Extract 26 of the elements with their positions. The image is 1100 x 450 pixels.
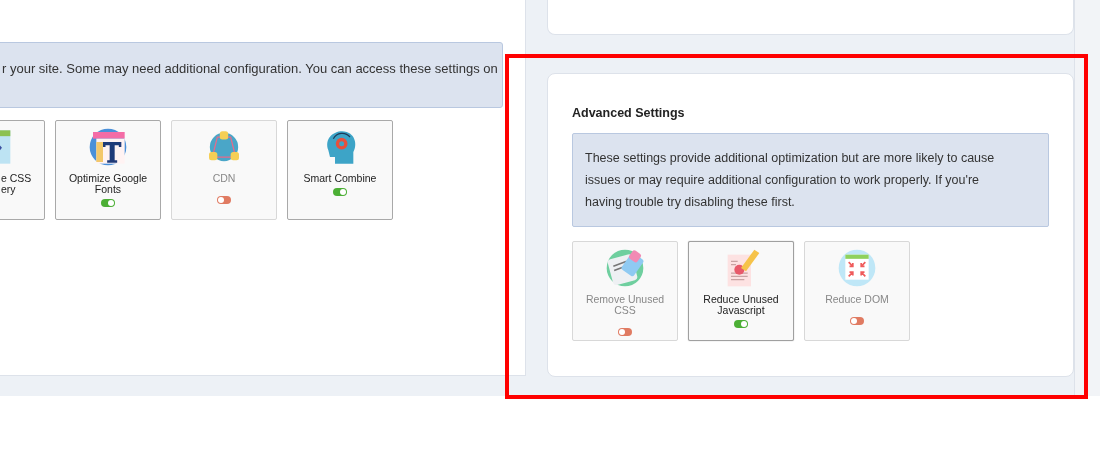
feature-label: Optimize Google Fonts — [67, 173, 149, 195]
toggle-switch[interactable] — [333, 188, 347, 196]
feature-card[interactable]: Reduce Unused Javascript — [688, 241, 794, 341]
feature-label: Smart Combine — [302, 173, 378, 184]
toggle-switch[interactable] — [101, 199, 115, 207]
feature-label: CDN — [211, 173, 237, 184]
feature-card[interactable]: Optimize Google Fonts — [55, 120, 161, 220]
toggle-switch[interactable] — [217, 196, 231, 204]
toggle-switch[interactable] — [734, 320, 748, 328]
info-notice: r your site. Some may need additional configuration. You can access these settings on — [0, 42, 503, 108]
feature-label: e CSS ery — [0, 173, 33, 195]
feature-label: Reduce Unused Javascript — [702, 294, 780, 316]
feature-label: Reduce DOM — [824, 294, 890, 305]
feature-card[interactable]: e CSS ery — [0, 120, 45, 220]
font-icon — [88, 127, 128, 167]
toggle-switch[interactable] — [618, 328, 632, 336]
eraser-icon — [605, 248, 645, 288]
shrink-icon — [837, 248, 877, 288]
info-notice: These settings provide additional optimization but are more likely to cause issues or may require additional configuration to work properly. If you're having trouble try disabling these first. — [572, 133, 1049, 227]
feature-label: Remove Unused CSS — [584, 294, 666, 316]
toggle-switch[interactable] — [850, 317, 864, 325]
feature-card[interactable]: Remove Unused CSS — [572, 241, 678, 341]
feature-card[interactable]: CDN — [171, 120, 277, 220]
feature-card[interactable]: Reduce DOM — [804, 241, 910, 341]
section-title: Advanced Settings — [572, 106, 686, 120]
feature-card[interactable]: Smart Combine — [287, 120, 393, 220]
